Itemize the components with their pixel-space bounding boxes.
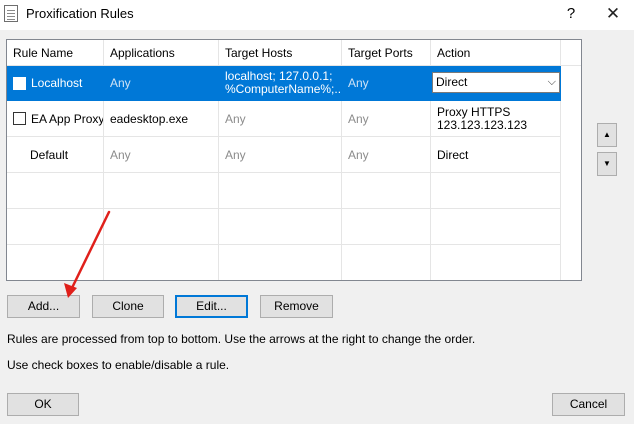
remove-button[interactable]: Remove: [260, 295, 333, 318]
column-header-applications[interactable]: Applications: [104, 40, 219, 66]
add-button[interactable]: Add...: [7, 295, 80, 318]
edit-button[interactable]: Edit...: [175, 295, 248, 318]
target-hosts-cell: localhost; 127.0.0.1; %ComputerName%;...: [219, 66, 342, 101]
rule-name: Localhost: [31, 76, 83, 90]
table-header: Rule Name Applications Target Hosts Targ…: [7, 40, 581, 66]
move-down-button[interactable]: ▼: [597, 152, 617, 176]
column-header-action[interactable]: Action: [431, 40, 561, 66]
table-row[interactable]: Default Any Any Any Direct: [7, 137, 581, 173]
target-hosts-line: %ComputerName%;...: [225, 82, 342, 96]
ok-button[interactable]: OK: [7, 393, 79, 416]
rules-table: Rule Name Applications Target Hosts Targ…: [6, 39, 582, 281]
action-dropdown-value: Direct: [436, 75, 468, 89]
rule-name-cell[interactable]: Default: [7, 137, 104, 173]
target-hosts-cell: Any: [219, 137, 342, 173]
column-header-target-ports[interactable]: Target Ports: [342, 40, 431, 66]
document-icon: [4, 5, 18, 22]
move-up-button[interactable]: ▲: [597, 123, 617, 147]
chevron-down-icon: ⌵: [547, 76, 556, 88]
empty-row: [7, 209, 581, 245]
rule-name-cell[interactable]: EA App Proxy: [7, 101, 104, 137]
applications-cell: Any: [104, 66, 219, 101]
rule-name: EA App Proxy: [31, 111, 104, 126]
window-title: Proxification Rules: [26, 6, 134, 21]
action-proxy-address: 123.123.123.123: [437, 117, 528, 132]
action-dropdown[interactable]: Direct ⌵: [432, 72, 560, 93]
column-header-filler: [561, 40, 581, 66]
table-row[interactable]: Localhost Any localhost; 127.0.0.1; %Com…: [7, 66, 581, 101]
applications-cell: Any: [104, 137, 219, 173]
title-bar: Proxification Rules ? ✕: [0, 0, 634, 30]
target-ports-cell: Any: [342, 137, 431, 173]
target-ports-cell: Any: [342, 66, 431, 101]
table-row[interactable]: EA App Proxy eadesktop.exe Any Any Proxy…: [7, 101, 581, 137]
empty-row: [7, 245, 581, 280]
applications-cell: eadesktop.exe: [104, 101, 219, 137]
cancel-button[interactable]: Cancel: [552, 393, 625, 416]
rule-name: Default: [30, 147, 69, 162]
column-header-rule-name[interactable]: Rule Name: [7, 40, 104, 66]
help-button[interactable]: ?: [560, 2, 582, 26]
rule-name-cell[interactable]: Localhost: [7, 66, 104, 101]
target-hosts-cell: Any: [219, 101, 342, 137]
action-cell: Direct: [431, 137, 561, 173]
target-ports-cell: Any: [342, 101, 431, 137]
action-cell: Direct ⌵: [431, 66, 561, 101]
checkbox-info-text: Use check boxes to enable/disable a rule…: [7, 358, 230, 372]
close-button[interactable]: ✕: [598, 2, 628, 26]
empty-row: [7, 173, 581, 209]
action-cell: Proxy HTTPS 123.123.123.123: [431, 101, 561, 137]
clone-button[interactable]: Clone: [92, 295, 164, 318]
rule-enable-checkbox[interactable]: [13, 76, 26, 90]
order-info-text: Rules are processed from top to bottom. …: [7, 332, 476, 346]
column-header-target-hosts[interactable]: Target Hosts: [219, 40, 342, 66]
rule-enable-checkbox[interactable]: [13, 112, 26, 125]
action-text: Proxy HTTPS: [437, 104, 511, 119]
